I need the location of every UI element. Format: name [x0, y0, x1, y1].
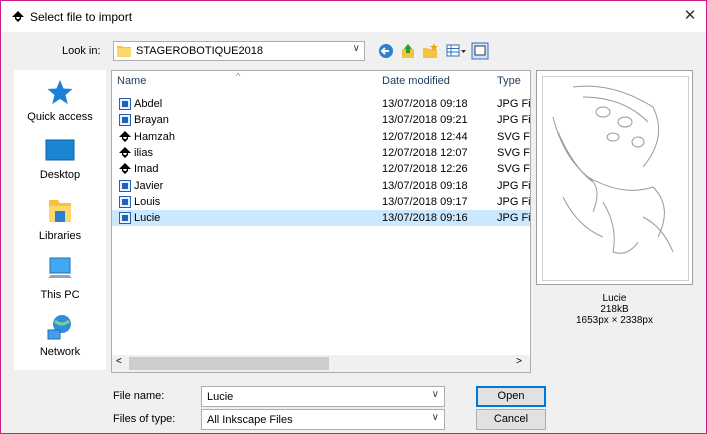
scrollbar-thumb[interactable] — [129, 357, 329, 370]
cell-type: SVG F — [497, 130, 531, 143]
filename-value: Lucie — [207, 391, 234, 403]
cell-name: Abdel — [134, 98, 163, 110]
look-in-dropdown[interactable]: STAGEROBOTIQUE2018 ∨ — [113, 41, 365, 61]
table-row[interactable]: Javier 13/07/2018 09:18 JPG Fi — [112, 178, 530, 194]
cell-date: 12/07/2018 12:07 — [382, 146, 468, 159]
desktop-icon — [45, 139, 75, 161]
inkscape-file-icon — [119, 146, 131, 158]
file-list[interactable]: ^ Name Date modified Type Abdel 13/07/201… — [111, 70, 531, 373]
table-row[interactable]: Lucie 13/07/2018 09:16 JPG Fi — [112, 210, 531, 227]
table-row[interactable]: Imad 12/07/2018 12:26 SVG F — [112, 161, 530, 177]
cell-date: 13/07/2018 09:18 — [382, 179, 468, 192]
table-row[interactable]: Hamzah 12/07/2018 12:44 SVG F — [112, 129, 530, 145]
sort-ascending-icon: ^ — [236, 71, 241, 81]
scroll-left-icon[interactable]: < — [116, 356, 122, 367]
chevron-down-icon[interactable]: ∨ — [432, 389, 439, 400]
folder-icon — [117, 46, 131, 57]
title-bar: Select file to import ✕ — [1, 1, 706, 32]
image-file-icon — [119, 98, 131, 110]
open-button[interactable]: Open — [476, 386, 546, 407]
cell-date: 12/07/2018 12:44 — [382, 130, 468, 143]
cell-type: SVG F — [497, 146, 531, 159]
preview-toggle-button[interactable] — [471, 42, 489, 60]
filename-input[interactable]: Lucie ∨ — [201, 386, 445, 407]
new-folder-button[interactable] — [421, 42, 439, 60]
look-in-value: STAGEROBOTIQUE2018 — [136, 45, 263, 57]
chevron-down-icon[interactable]: ∨ — [432, 412, 439, 423]
close-button[interactable]: ✕ — [678, 5, 702, 27]
place-quick-access[interactable]: Quick access — [14, 78, 106, 123]
network-icon — [47, 315, 71, 340]
cell-type: JPG Fi — [497, 98, 531, 110]
cell-date: 13/07/2018 09:16 — [382, 212, 468, 225]
computer-icon — [48, 257, 72, 278]
cell-date: 12/07/2018 12:26 — [382, 163, 468, 176]
filetype-select[interactable]: All Inkscape Files ∨ — [201, 409, 445, 430]
column-header-type[interactable]: Type — [497, 75, 521, 87]
column-header-name[interactable]: Name — [117, 75, 146, 87]
place-desktop[interactable]: Desktop — [14, 138, 106, 181]
inkscape-icon — [12, 11, 24, 22]
back-button[interactable] — [377, 42, 395, 60]
chevron-down-icon: ∨ — [352, 43, 360, 54]
table-row[interactable]: Louis 13/07/2018 09:17 JPG Fi — [112, 194, 530, 210]
inkscape-file-icon — [119, 163, 131, 175]
look-in-label: Look in: — [62, 45, 101, 57]
cell-type: JPG Fi — [497, 195, 531, 208]
place-network[interactable]: Network — [14, 313, 106, 358]
place-libraries[interactable]: Libraries — [14, 197, 106, 242]
preview-thumbnail — [542, 76, 689, 281]
image-file-icon — [119, 212, 131, 225]
view-menu-button[interactable] — [445, 42, 467, 60]
table-row[interactable]: Brayan 13/07/2018 09:21 JPG Fi — [112, 112, 530, 128]
preview-sketch — [552, 85, 674, 254]
table-row[interactable]: ilias 12/07/2018 12:07 SVG F — [112, 145, 530, 161]
cell-name: Imad — [134, 163, 159, 176]
import-dialog: Select file to import ✕ Look in: STAGERO… — [0, 0, 707, 434]
up-folder-button[interactable] — [399, 42, 417, 60]
close-icon: ✕ — [683, 7, 697, 24]
cell-name: ilias — [134, 146, 153, 159]
place-this-pc[interactable]: This PC — [14, 256, 106, 301]
places-bar: Quick access Desktop Libraries This PC N… — [14, 70, 106, 370]
image-file-icon — [119, 195, 131, 208]
column-header-date[interactable]: Date modified — [382, 75, 450, 87]
preview-filename: Lucie — [602, 293, 627, 304]
image-file-icon — [119, 114, 131, 127]
cell-type: JPG Fi — [497, 179, 531, 192]
cell-name: Hamzah — [134, 130, 175, 143]
cell-type: SVG F — [497, 163, 531, 176]
inkscape-file-icon — [119, 130, 131, 142]
cell-name: Javier — [134, 179, 164, 192]
libraries-icon — [49, 200, 71, 222]
filetype-value: All Inkscape Files — [207, 414, 293, 426]
preview-filesize: 218kB — [600, 304, 629, 315]
table-row[interactable]: Abdel 13/07/2018 09:18 JPG Fi — [112, 96, 530, 112]
star-icon — [47, 80, 73, 104]
cell-type: JPG Fi — [497, 114, 531, 127]
window-title: Select file to import — [30, 10, 133, 24]
cancel-button[interactable]: Cancel — [476, 409, 546, 430]
cell-name: Brayan — [134, 114, 169, 127]
cell-date: 13/07/2018 09:17 — [382, 195, 468, 208]
cell-date: 13/07/2018 09:21 — [382, 114, 468, 127]
horizontal-scrollbar[interactable]: < > — [112, 355, 530, 372]
cell-name: Lucie — [134, 212, 161, 225]
cell-date: 13/07/2018 09:18 — [382, 98, 468, 110]
cell-type: JPG Fi — [497, 212, 531, 225]
image-file-icon — [119, 179, 131, 192]
filename-label: File name: — [113, 390, 165, 402]
scroll-right-icon[interactable]: > — [516, 356, 522, 367]
cell-name: Louis — [134, 195, 161, 208]
preview-dimensions: 1653px × 2338px — [575, 315, 653, 326]
image-preview — [536, 70, 693, 285]
filetype-label: Files of type: — [113, 413, 176, 425]
